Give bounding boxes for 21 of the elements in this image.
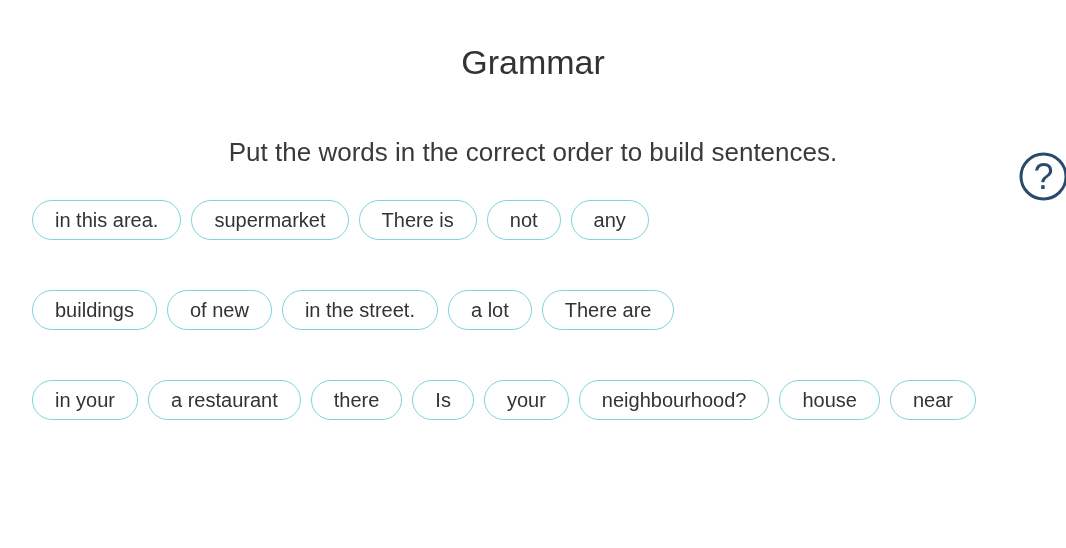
word-chip[interactable]: near [889,380,976,420]
word-chip[interactable]: of new [166,290,272,330]
word-chip[interactable]: supermarket [191,200,349,240]
word-chip[interactable]: There is [358,200,477,240]
word-chip[interactable]: a lot [447,290,532,330]
word-chip[interactable]: a restaurant [148,380,301,420]
word-chip[interactable]: neighbourhood? [578,380,770,420]
word-chip[interactable]: There are [541,290,675,330]
instruction-text: Put the words in the correct order to build sentences. [228,136,838,168]
word-chip[interactable]: Is [412,380,474,420]
word-chip[interactable]: in this area. [32,200,182,240]
word-chip[interactable]: in the street. [281,290,438,330]
word-chip[interactable]: your [483,380,569,420]
word-chip[interactable]: not [486,200,561,240]
word-chip[interactable]: house [779,380,880,420]
word-chip[interactable]: in your [32,380,139,420]
word-chip[interactable]: any [570,200,649,240]
page-title: Grammar [461,42,605,82]
word-chip[interactable]: buildings [32,290,157,330]
word-chip[interactable]: there [310,380,403,420]
help-button[interactable]: ? [1019,152,1066,201]
